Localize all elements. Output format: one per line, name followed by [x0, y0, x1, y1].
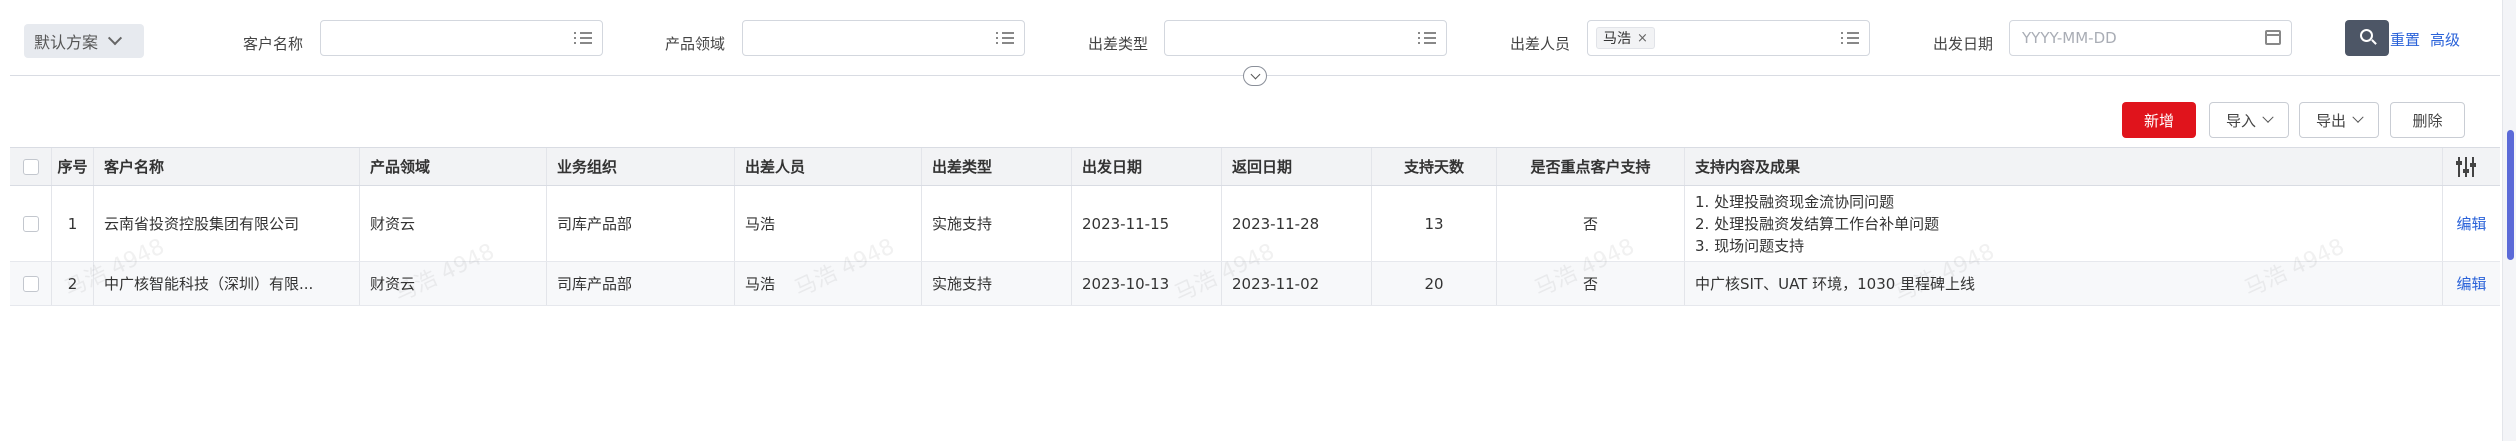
- calendar-icon[interactable]: [2265, 30, 2281, 45]
- search-button[interactable]: [2345, 20, 2389, 56]
- header-end-date: 返回日期: [1222, 148, 1372, 185]
- search-icon-handle: [2371, 39, 2377, 45]
- column-settings[interactable]: [2443, 148, 2488, 185]
- filter-label-traveler: 出差人员: [1510, 35, 1571, 53]
- list-icon[interactable]: [1841, 32, 1859, 45]
- reset-link[interactable]: 重置: [2390, 29, 2420, 50]
- scheme-label: 默认方案: [34, 33, 99, 52]
- content-line: 2. 处理投融资发结算工作台补单问题: [1695, 214, 1940, 233]
- cell-customer: 云南省投资控股集团有限公司: [94, 186, 360, 261]
- cell-customer: 中广核智能科技（深圳）有限...: [94, 262, 360, 305]
- header-index: 序号: [52, 148, 94, 185]
- traveler-input[interactable]: 马浩 ×: [1587, 20, 1870, 56]
- cell-end-date: 2023-11-02: [1222, 262, 1372, 305]
- header-person: 出差人员: [735, 148, 922, 185]
- header-org: 业务组织: [547, 148, 735, 185]
- row-select: [10, 186, 52, 261]
- content-line: 3. 现场问题支持: [1695, 236, 1805, 255]
- cell-product: 财资云: [360, 186, 547, 261]
- start-date-input[interactable]: YYYY-MM-DD: [2009, 20, 2292, 56]
- cell-org: 司库产品部: [547, 262, 735, 305]
- traveler-tag-label: 马浩: [1603, 31, 1631, 47]
- page: 默认方案 客户名称 产品领域 出差类型 出差人员 马浩 × 出发日期 YYYY-…: [0, 0, 2516, 441]
- import-button[interactable]: 导入: [2209, 102, 2289, 138]
- header-product: 产品领域: [360, 148, 547, 185]
- cell-start-date: 2023-11-15: [1072, 186, 1222, 261]
- list-icon[interactable]: [1418, 32, 1436, 45]
- settings-sliders-icon: [2455, 156, 2477, 177]
- cell-person: 马浩: [735, 262, 922, 305]
- header-content: 支持内容及成果: [1685, 148, 2443, 185]
- header-customer: 客户名称: [94, 148, 360, 185]
- close-icon[interactable]: ×: [1637, 31, 1648, 46]
- cell-content: 中广核SIT、UAT 环境，1030 里程碑上线: [1685, 262, 2443, 305]
- list-icon[interactable]: [574, 32, 592, 45]
- cell-type: 实施支持: [922, 186, 1072, 261]
- cell-type: 实施支持: [922, 262, 1072, 305]
- cell-days: 13: [1372, 186, 1497, 261]
- header-select-all: [10, 148, 52, 185]
- cell-product: 财资云: [360, 262, 547, 305]
- data-table: 序号 客户名称 产品领域 业务组织 出差人员 出差类型 出发日期 返回日期 支持…: [10, 147, 2500, 306]
- table-row[interactable]: 2 中广核智能科技（深圳）有限... 财资云 司库产品部 马浩 实施支持 202…: [10, 262, 2500, 306]
- header-type: 出差类型: [922, 148, 1072, 185]
- advanced-link[interactable]: 高级: [2430, 29, 2460, 50]
- trip-type-input[interactable]: [1164, 20, 1447, 56]
- filter-label-trip-type: 出差类型: [1088, 35, 1149, 53]
- chevron-down-icon: [2262, 111, 2274, 123]
- header-key-customer: 是否重点客户支持: [1497, 148, 1685, 185]
- delete-button-label: 删除: [2412, 111, 2443, 130]
- import-button-label: 导入: [2225, 111, 2256, 130]
- cell-index: 1: [52, 186, 94, 261]
- customer-input[interactable]: [320, 20, 603, 56]
- chevron-down-icon: [2352, 111, 2364, 123]
- cell-days: 20: [1372, 262, 1497, 305]
- cell-key-customer: 否: [1497, 186, 1685, 261]
- add-button[interactable]: 新增: [2122, 102, 2196, 138]
- vertical-scrollbar[interactable]: [2502, 0, 2516, 441]
- table-row[interactable]: 1 云南省投资控股集团有限公司 财资云 司库产品部 马浩 实施支持 2023-1…: [10, 186, 2500, 262]
- select-all-checkbox[interactable]: [22, 158, 39, 175]
- add-button-label: 新增: [2143, 111, 2174, 130]
- filter-label-customer: 客户名称: [243, 35, 304, 53]
- cell-index: 2: [52, 262, 94, 305]
- date-placeholder: YYYY-MM-DD: [2022, 29, 2117, 47]
- cell-action: 编辑: [2443, 262, 2500, 305]
- header-start-date: 出发日期: [1072, 148, 1222, 185]
- collapse-toggle-icon[interactable]: [1243, 66, 1267, 86]
- table-header: 序号 客户名称 产品领域 业务组织 出差人员 出差类型 出发日期 返回日期 支持…: [10, 148, 2500, 186]
- export-button-label: 导出: [2315, 111, 2346, 130]
- cell-start-date: 2023-10-13: [1072, 262, 1222, 305]
- edit-link[interactable]: 编辑: [2456, 273, 2486, 294]
- header-days: 支持天数: [1372, 148, 1497, 185]
- scrollbar-thumb[interactable]: [2507, 130, 2514, 260]
- row-select: [10, 262, 52, 305]
- cell-org: 司库产品部: [547, 186, 735, 261]
- edit-link[interactable]: 编辑: [2456, 213, 2486, 234]
- filter-label-start-date: 出发日期: [1933, 35, 1994, 53]
- row-checkbox[interactable]: [22, 275, 39, 292]
- delete-button[interactable]: 删除: [2390, 102, 2465, 138]
- scheme-selector[interactable]: 默认方案: [24, 24, 144, 58]
- cell-end-date: 2023-11-28: [1222, 186, 1372, 261]
- product-input[interactable]: [742, 20, 1025, 56]
- cell-content: 1. 处理投融资现金流协同问题 2. 处理投融资发结算工作台补单问题 3. 现场…: [1685, 186, 2443, 261]
- cell-action: 编辑: [2443, 186, 2500, 261]
- filter-label-product: 产品领域: [665, 35, 726, 53]
- cell-person: 马浩: [735, 186, 922, 261]
- traveler-tag: 马浩 ×: [1596, 27, 1655, 49]
- chevron-down-icon: [107, 31, 123, 46]
- export-button[interactable]: 导出: [2299, 102, 2379, 138]
- list-icon[interactable]: [996, 32, 1014, 45]
- row-checkbox[interactable]: [22, 215, 39, 232]
- content-line: 1. 处理投融资现金流协同问题: [1695, 192, 1895, 211]
- cell-key-customer: 否: [1497, 262, 1685, 305]
